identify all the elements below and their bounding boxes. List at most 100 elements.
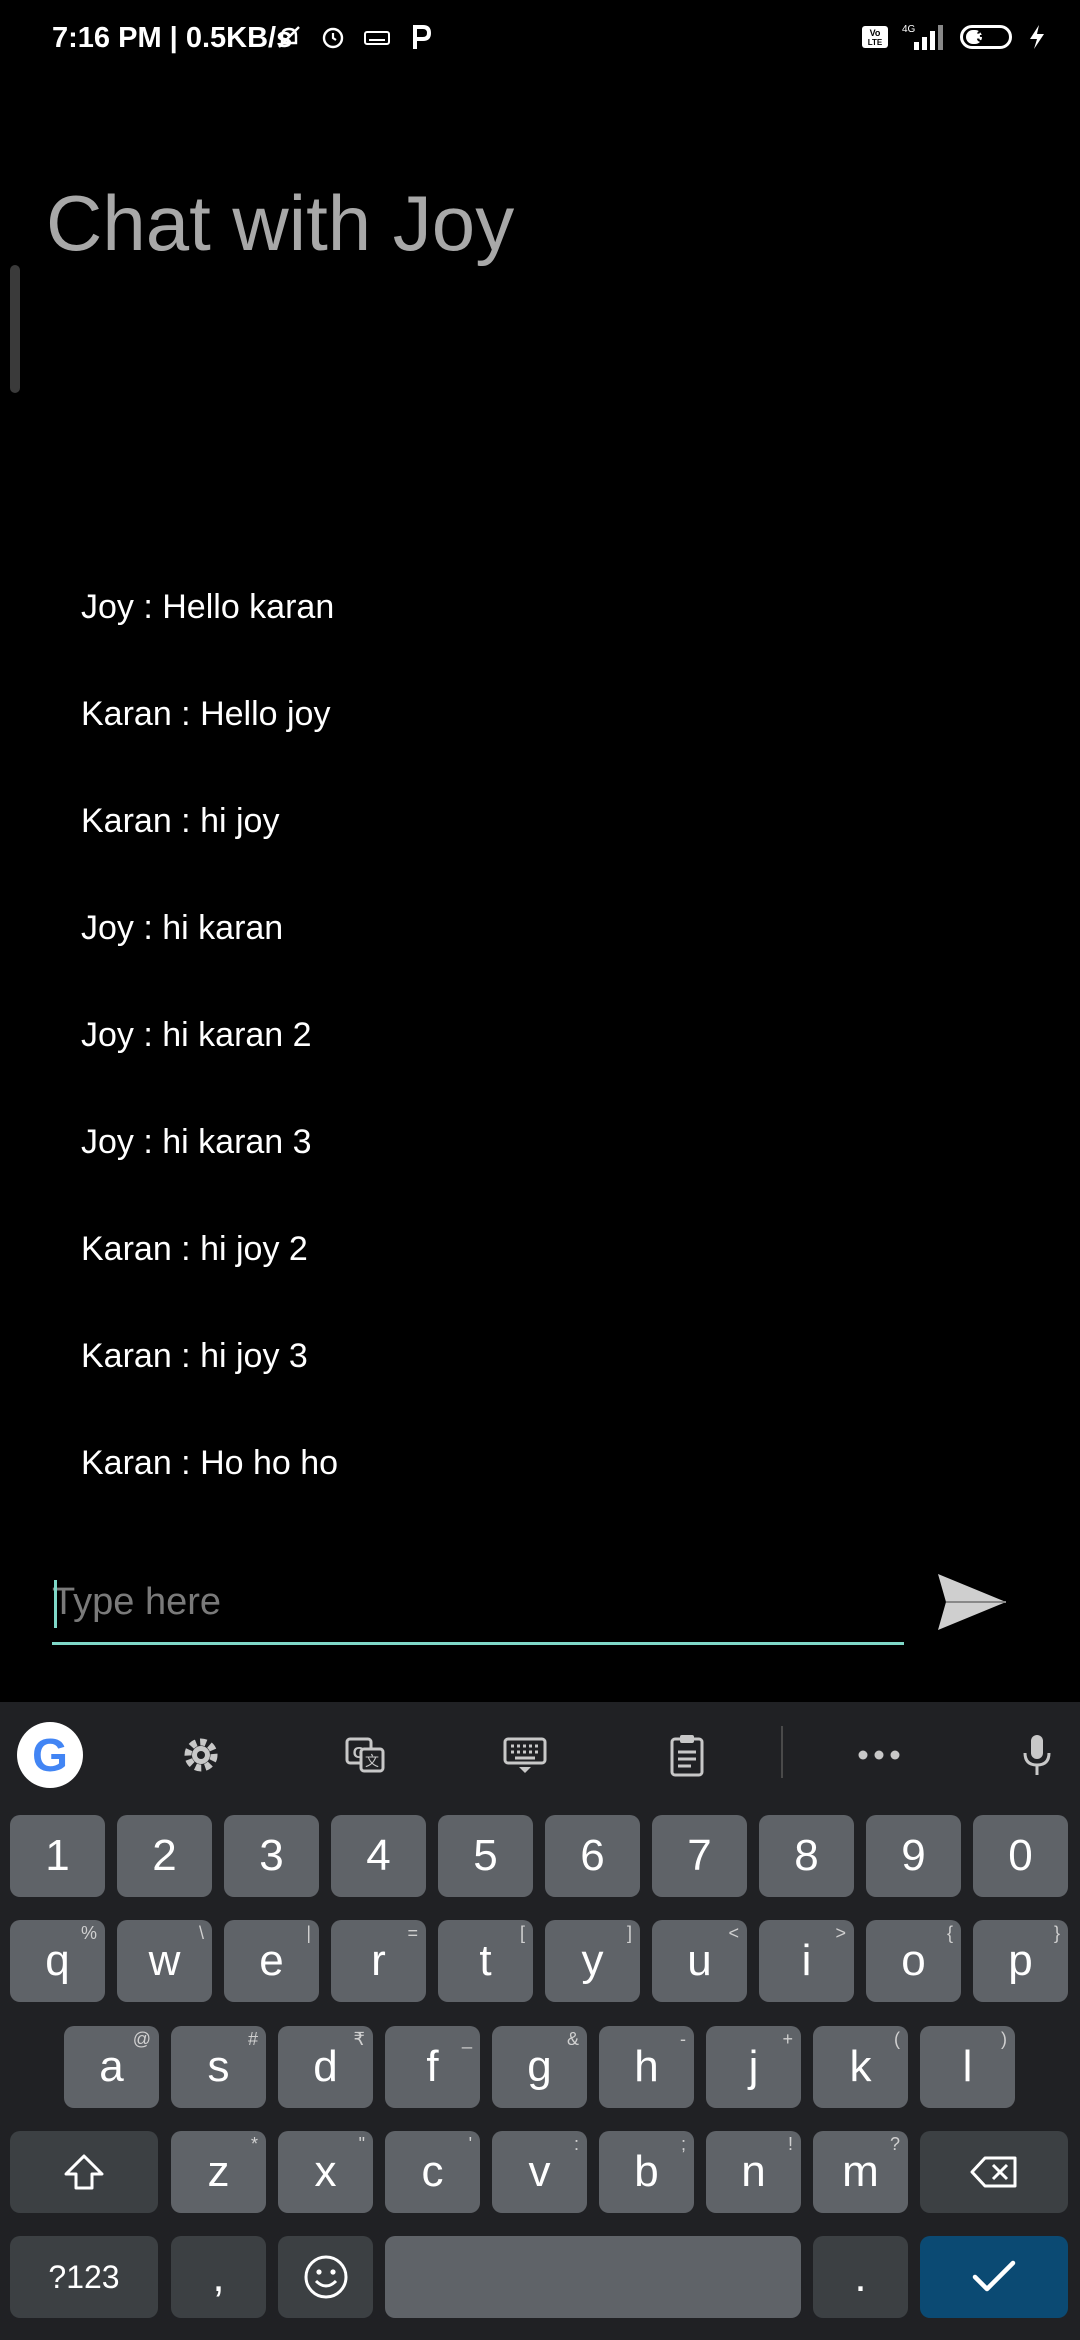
key-1[interactable]: 1: [10, 1815, 105, 1897]
key-label: r: [371, 1936, 386, 1985]
key-k[interactable]: k(: [813, 2026, 908, 2108]
key-hint: ₹: [353, 2029, 365, 2049]
key-a[interactable]: a @: [64, 2026, 159, 2108]
key-z[interactable]: z *: [171, 2131, 266, 2213]
key-0[interactable]: 0: [973, 1815, 1068, 1897]
key-label: y: [581, 1936, 604, 1985]
key-hint: {: [946, 1923, 953, 1943]
toolbar-divider: [781, 1726, 783, 1778]
key-s[interactable]: s #: [171, 2026, 266, 2108]
key-w[interactable]: w \: [117, 1920, 212, 2002]
key-label: i: [801, 1936, 812, 1985]
key-label: w: [148, 1936, 181, 1985]
message-item: Karan : hi joy: [81, 802, 280, 840]
key-l[interactable]: l): [920, 2026, 1015, 2108]
key-9[interactable]: 9: [866, 1815, 961, 1897]
more-button[interactable]: [844, 1720, 914, 1790]
key-r[interactable]: r =: [331, 1920, 426, 2002]
keyboard-icon: [503, 1737, 547, 1773]
svg-text:Vo: Vo: [870, 28, 881, 38]
space-key[interactable]: [385, 2236, 801, 2318]
key-v[interactable]: v:: [492, 2131, 587, 2213]
send-icon: [938, 1574, 1006, 1630]
google-button[interactable]: G: [15, 1720, 85, 1790]
translate-button[interactable]: G 文: [330, 1720, 400, 1790]
key-e[interactable]: e |: [224, 1920, 319, 2002]
keyboard-status-icon: [362, 22, 392, 52]
key-m[interactable]: m?: [813, 2131, 908, 2213]
message-item: Karan : Hello joy: [81, 695, 331, 733]
battery-icon: 39: [960, 25, 1012, 49]
settings-button[interactable]: [166, 1720, 236, 1790]
key-d[interactable]: d ₹: [278, 2026, 373, 2108]
key-4[interactable]: 4: [331, 1815, 426, 1897]
key-j[interactable]: j +: [706, 2026, 801, 2108]
status-time: 7:16 PM | 0.5KB/s: [52, 22, 293, 54]
keyboard-toolbar: G G 文: [0, 1702, 1080, 1804]
key-label: j: [748, 2042, 759, 2091]
key-x[interactable]: x ": [278, 2131, 373, 2213]
key-hint: =: [407, 1923, 418, 1943]
symbols-key[interactable]: ?123: [10, 2236, 158, 2318]
voice-input-button[interactable]: [1002, 1720, 1072, 1790]
key-n[interactable]: n!: [706, 2131, 801, 2213]
key-2[interactable]: 2: [117, 1815, 212, 1897]
emoji-key[interactable]: [278, 2236, 373, 2318]
key-y[interactable]: y]: [545, 1920, 640, 2002]
key-8[interactable]: 8: [759, 1815, 854, 1897]
key-5[interactable]: 5: [438, 1815, 533, 1897]
key-f[interactable]: f _: [385, 2026, 480, 2108]
key-o[interactable]: o{: [866, 1920, 961, 2002]
key-i[interactable]: i >: [759, 1920, 854, 2002]
page-title: Chat with Joy: [46, 179, 515, 267]
key-hint: ;: [680, 2134, 686, 2154]
key-u[interactable]: u <: [652, 1920, 747, 2002]
send-button[interactable]: [932, 1562, 1012, 1642]
key-b[interactable]: b;: [599, 2131, 694, 2213]
clipboard-button[interactable]: [652, 1720, 722, 1790]
key-label: x: [314, 2147, 337, 2196]
keyboard-mode-button[interactable]: [490, 1720, 560, 1790]
key-hint: ?: [889, 2134, 900, 2154]
svg-text:4G: 4G: [902, 24, 916, 35]
key-label: l: [962, 2042, 973, 2091]
key-label: s: [207, 2042, 230, 2091]
key-3[interactable]: 3: [224, 1815, 319, 1897]
comma-key[interactable]: ,: [171, 2236, 266, 2318]
key-q[interactable]: q%: [10, 1920, 105, 2002]
p-app-icon: [406, 22, 436, 52]
key-label: d: [313, 2042, 338, 2091]
key-p[interactable]: p}: [973, 1920, 1068, 2002]
enter-key[interactable]: [920, 2236, 1068, 2318]
key-label: g: [527, 2042, 552, 2091]
message-item: Karan : hi joy 2: [81, 1230, 308, 1268]
shift-icon: [64, 2154, 104, 2190]
key-label: b: [634, 2147, 659, 2196]
text-caret: [54, 1580, 57, 1628]
key-c[interactable]: c ': [385, 2131, 480, 2213]
more-icon: [858, 1750, 900, 1760]
status-bar: 7:16 PM | 0.5KB/s Vo LTE 4G 39: [0, 0, 1080, 82]
shift-key[interactable]: [10, 2131, 158, 2213]
key-hint: +: [782, 2029, 793, 2049]
key-g[interactable]: g &: [492, 2026, 587, 2108]
backspace-key[interactable]: [920, 2131, 1068, 2213]
key-hint: *: [250, 2134, 258, 2154]
period-key[interactable]: .: [813, 2236, 908, 2318]
battery-level: 39: [976, 27, 996, 46]
volte-icon: Vo LTE: [860, 22, 890, 52]
key-7[interactable]: 7: [652, 1815, 747, 1897]
key-6[interactable]: 6: [545, 1815, 640, 1897]
message-list[interactable]: Joy : Hello karan Karan : Hello joy Kara…: [81, 583, 338, 1546]
scroll-indicator: [10, 265, 20, 393]
svg-text:文: 文: [365, 1753, 379, 1769]
key-hint: ": [358, 2134, 365, 2154]
check-icon: [972, 2260, 1016, 2292]
key-hint: ]: [626, 1923, 632, 1943]
key-label: a: [99, 2042, 124, 2091]
key-h[interactable]: h-: [599, 2026, 694, 2108]
message-input[interactable]: [52, 1562, 904, 1645]
message-item: Joy : hi karan 2: [81, 1016, 312, 1054]
key-t[interactable]: t[: [438, 1920, 533, 2002]
key-label: z: [207, 2147, 230, 2196]
